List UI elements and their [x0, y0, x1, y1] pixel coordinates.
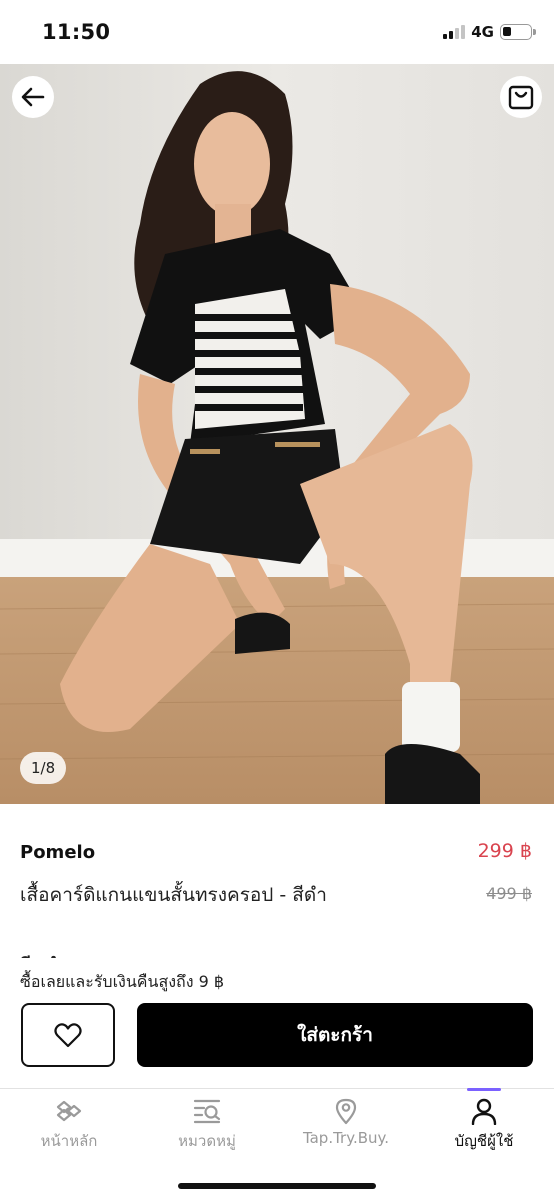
home-logo-icon: [56, 1100, 82, 1122]
bottom-nav: หน้าหลัก หมวดหมู่ Tap.Try.Buy. บัญชีผู้ใ…: [0, 1088, 554, 1200]
battery-icon: [500, 24, 536, 40]
nav-item-account[interactable]: บัญชีผู้ใช้: [415, 1097, 553, 1153]
nav-label-categories: หมวดหมู่: [178, 1132, 236, 1150]
status-time: 11:50: [42, 20, 111, 44]
signal-icon: [443, 25, 466, 39]
cashback-text: ซื้อเลยและรับเงินคืนสูงถึง 9 ฿: [20, 972, 225, 991]
user-icon: [471, 1098, 497, 1125]
nav-label-tap-try-buy: Tap.Try.Buy.: [302, 1129, 390, 1147]
sale-price: 299 ฿: [477, 840, 532, 862]
category-search-icon: [193, 1099, 221, 1124]
heart-icon: [54, 1023, 82, 1048]
nav-label-home: หน้าหลัก: [40, 1132, 98, 1150]
network-type: 4G: [471, 23, 494, 41]
product-info: Pomelo 299 ฿ เสื้อคาร์ดิแกนแขนสั้นทรงครอ…: [0, 804, 554, 962]
color-label-text: สี: ดำ: [20, 950, 78, 958]
product-photo: [0, 64, 554, 804]
status-indicators: 4G: [443, 23, 536, 41]
active-tab-indicator: [467, 1088, 501, 1091]
arrow-left-icon: [21, 87, 45, 107]
back-button[interactable]: [12, 76, 54, 118]
add-to-cart-button[interactable]: ใส่ตะกร้า: [137, 1003, 533, 1067]
product-image[interactable]: 1/8: [0, 64, 554, 804]
location-pin-icon: [335, 1098, 357, 1125]
shopping-bag-button[interactable]: [500, 76, 542, 118]
status-bar: 11:50 4G: [0, 0, 554, 64]
purchase-panel: ซื้อเลยและรับเงินคืนสูงถึง 9 ฿ ใส่ตะกร้า: [0, 962, 554, 1088]
shopping-bag-icon: [508, 85, 534, 110]
nav-item-tap-try-buy[interactable]: Tap.Try.Buy.: [277, 1097, 415, 1147]
image-counter: 1/8: [20, 752, 67, 784]
product-title: เสื้อคาร์ดิแกนแขนสั้นทรงครอป - สีดำ: [20, 884, 327, 906]
color-label: สี: ดำ: [20, 944, 78, 958]
original-price: 499 ฿: [486, 884, 532, 903]
nav-item-home[interactable]: หน้าหลัก: [0, 1097, 138, 1153]
brand-name[interactable]: Pomelo: [20, 842, 95, 863]
nav-label-account: บัญชีผู้ใช้: [454, 1132, 514, 1150]
wishlist-button[interactable]: [21, 1003, 115, 1067]
home-indicator: [178, 1183, 376, 1189]
nav-item-categories[interactable]: หมวดหมู่: [138, 1097, 276, 1153]
